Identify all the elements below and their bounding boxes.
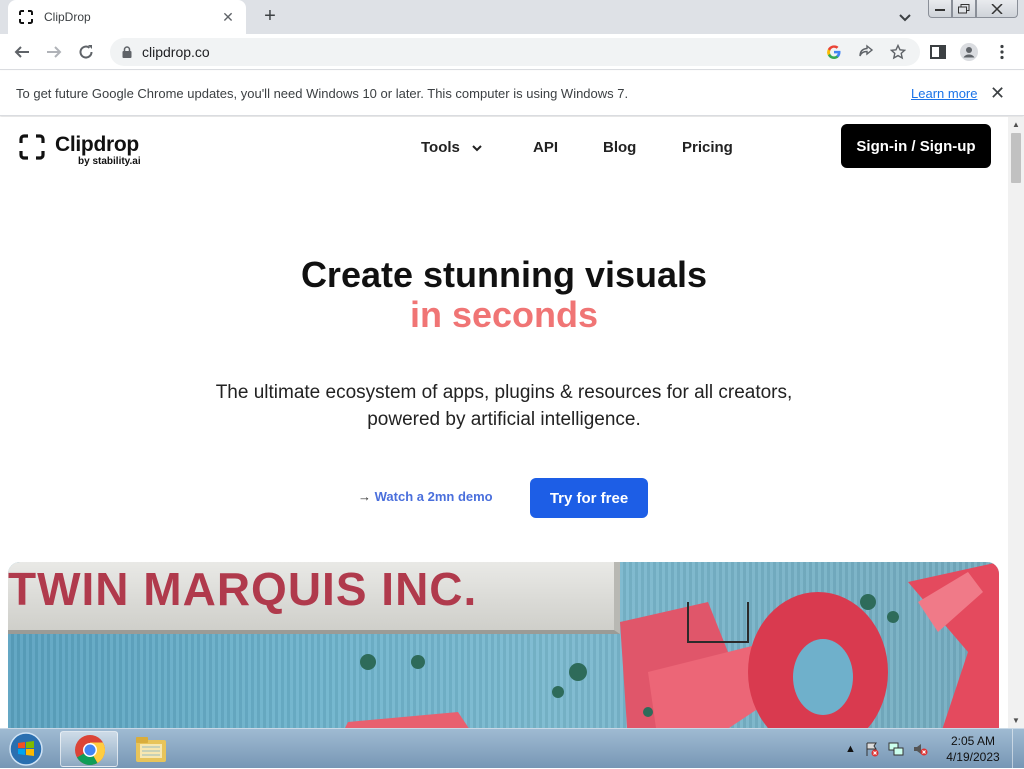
reload-icon[interactable]	[77, 43, 95, 61]
chevron-down-icon	[472, 145, 482, 152]
update-infobar: To get future Google Chrome updates, you…	[0, 71, 1024, 116]
share-icon[interactable]	[858, 44, 874, 60]
nav-api[interactable]: API	[533, 139, 558, 156]
network-icon[interactable]	[888, 741, 904, 757]
side-panel-icon[interactable]	[929, 43, 947, 61]
back-arrow-icon[interactable]	[13, 43, 31, 61]
minimize-button[interactable]	[928, 0, 952, 18]
hero-accent: in seconds	[409, 294, 599, 335]
tab-close-icon[interactable]: ✕	[220, 9, 236, 26]
scroll-thumb[interactable]	[1011, 133, 1021, 183]
new-tab-button[interactable]: +	[258, 6, 282, 28]
tray-expand-icon[interactable]: ▲	[845, 743, 856, 755]
arrow-right-icon: →	[358, 489, 371, 504]
watch-demo-link[interactable]: → Watch a 2mn demo	[358, 489, 493, 504]
logo-subtitle: by stability.ai	[78, 156, 141, 167]
lock-icon[interactable]	[122, 46, 132, 58]
restore-icon	[958, 3, 970, 13]
tab-search-chevron-icon[interactable]	[896, 8, 914, 26]
try-for-free-button[interactable]: Try for free	[530, 478, 648, 518]
scroll-up-icon[interactable]: ▲	[1012, 120, 1020, 129]
nav-pricing[interactable]: Pricing	[682, 139, 733, 156]
hero-title: Create stunning visuals	[300, 254, 708, 295]
chrome-icon	[75, 735, 105, 766]
infobar-message: To get future Google Chrome updates, you…	[16, 86, 629, 101]
infobar-close-icon[interactable]: ✕	[990, 83, 1005, 104]
taskbar-chrome-button[interactable]	[60, 731, 118, 767]
logo-name: Clipdrop	[55, 133, 139, 156]
folder-icon	[136, 737, 166, 762]
window-close-button[interactable]	[976, 0, 1018, 18]
signin-button[interactable]: Sign-in / Sign-up	[841, 124, 991, 168]
browser-toolbar: clipdrop.co	[0, 34, 1024, 70]
action-center-flag-icon[interactable]	[864, 741, 880, 757]
restore-button[interactable]	[952, 0, 976, 18]
taskbar-clock[interactable]: 2:05 AM 4/19/2023	[940, 733, 1006, 765]
nav-tools[interactable]: Tools	[421, 139, 482, 156]
window-close-icon	[991, 3, 1003, 14]
learn-more-link[interactable]: Learn more	[911, 86, 977, 101]
url-text[interactable]: clipdrop.co	[142, 44, 210, 60]
scroll-down-icon[interactable]: ▼	[1012, 716, 1020, 725]
system-tray: ▲	[845, 737, 928, 761]
minimize-icon	[935, 8, 945, 11]
bookmark-star-icon[interactable]	[890, 44, 906, 60]
windows-start-icon[interactable]	[6, 731, 46, 767]
google-icon[interactable]	[826, 44, 842, 60]
browser-tab[interactable]: ClipDrop ✕	[8, 0, 246, 34]
clock-time: 2:05 AM	[950, 734, 996, 748]
tab-title: ClipDrop	[44, 10, 91, 24]
nav-tools-label: Tools	[421, 139, 460, 156]
page-scrollbar[interactable]: ▲ ▼	[1008, 117, 1024, 728]
windows-taskbar: ▲ 2:05 AM 4/19/2023	[0, 728, 1024, 769]
volume-muted-icon[interactable]	[912, 741, 928, 757]
watch-demo-label: Watch a 2mn demo	[374, 489, 493, 504]
show-desktop-button[interactable]	[1012, 729, 1024, 769]
web-page: Clipdrop by stability.ai Tools API Blog …	[0, 117, 1008, 728]
clipdrop-favicon-icon	[19, 10, 33, 24]
graffiti-artwork	[345, 562, 999, 728]
address-bar[interactable]: clipdrop.co	[110, 38, 920, 66]
clipdrop-logo[interactable]: Clipdrop by stability.ai	[19, 132, 141, 167]
nav-blog[interactable]: Blog	[603, 139, 636, 156]
taskbar-explorer-button[interactable]	[122, 731, 180, 767]
forward-arrow-icon[interactable]	[45, 43, 63, 61]
tab-strip: ClipDrop ✕ +	[0, 0, 1024, 34]
hero-subtitle: The ultimate ecosystem of apps, plugins …	[0, 379, 1008, 433]
clipdrop-logo-icon	[19, 134, 45, 160]
hero-subtitle-line2: powered by artificial intelligence.	[367, 409, 641, 430]
clock-date: 4/19/2023	[946, 750, 1000, 764]
profile-avatar-icon[interactable]	[960, 43, 978, 61]
hero-subtitle-line1: The ultimate ecosystem of apps, plugins …	[215, 382, 793, 403]
menu-kebab-icon[interactable]	[993, 43, 1011, 61]
hero-image: TWIN MARQUIS INC.	[8, 562, 999, 728]
